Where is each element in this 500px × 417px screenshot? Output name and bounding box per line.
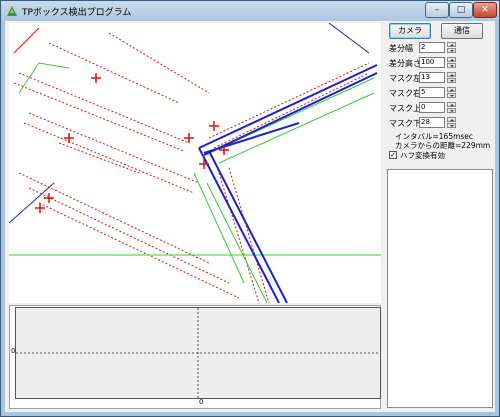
param-input[interactable]: 5 bbox=[419, 87, 445, 98]
param-label: マスク下 bbox=[389, 119, 421, 128]
down-arrow-icon[interactable] bbox=[447, 123, 456, 128]
spinner-arrows[interactable] bbox=[447, 42, 456, 53]
param-label: マスク左 bbox=[389, 74, 421, 83]
control-panel: カメラ 通信 差分幅 2 差分高さ 100 マスク左 13 マスク右 5 マスク… bbox=[385, 21, 495, 412]
param-label: マスク上 bbox=[389, 104, 421, 113]
param-label: 差分幅 bbox=[389, 44, 413, 53]
maximize-button[interactable]: □ bbox=[449, 2, 473, 18]
down-arrow-icon[interactable] bbox=[447, 63, 456, 68]
client-area: 0 0 カメラ 通信 差分幅 2 差分高さ 100 マスク左 13 マスク右 5… bbox=[5, 21, 495, 412]
up-arrow-icon[interactable] bbox=[447, 57, 456, 62]
up-arrow-icon[interactable] bbox=[447, 102, 456, 107]
log-listbox[interactable] bbox=[387, 169, 493, 408]
spinner-arrows[interactable] bbox=[447, 102, 456, 113]
param-label: 差分高さ bbox=[389, 59, 421, 68]
down-arrow-icon[interactable] bbox=[447, 78, 456, 83]
hough-checkbox[interactable]: ✓ bbox=[389, 151, 397, 159]
graph-x-tick: 0 bbox=[199, 398, 204, 406]
app-icon bbox=[7, 6, 17, 16]
param-label: マスク右 bbox=[389, 89, 421, 98]
graph-area: 0 0 bbox=[9, 305, 381, 409]
param-input[interactable]: 0 bbox=[419, 102, 445, 113]
comm-button[interactable]: 通信 bbox=[441, 23, 483, 39]
down-arrow-icon[interactable] bbox=[447, 93, 456, 98]
hough-label: ハフ変換有効 bbox=[400, 151, 445, 160]
up-arrow-icon[interactable] bbox=[447, 87, 456, 92]
param-input[interactable]: 13 bbox=[419, 72, 445, 83]
up-arrow-icon[interactable] bbox=[447, 72, 456, 77]
app-window: TPボックス検出プログラム – □ ✕ 0 0 カメラ 通信 差分幅 2 差分高… bbox=[0, 0, 500, 417]
window-title: TPボックス検出プログラム bbox=[22, 8, 132, 18]
camera-view[interactable] bbox=[9, 23, 381, 303]
param-input[interactable]: 28 bbox=[419, 117, 445, 128]
minimize-button[interactable]: – bbox=[425, 2, 449, 18]
edge-image bbox=[9, 23, 381, 303]
down-arrow-icon[interactable] bbox=[447, 48, 456, 53]
camera-button[interactable]: カメラ bbox=[389, 23, 431, 39]
up-arrow-icon[interactable] bbox=[447, 117, 456, 122]
title-bar[interactable]: TPボックス検出プログラム – □ ✕ bbox=[1, 1, 499, 21]
param-input[interactable]: 100 bbox=[419, 57, 445, 68]
spinner-arrows[interactable] bbox=[447, 87, 456, 98]
down-arrow-icon[interactable] bbox=[447, 108, 456, 113]
graph-plot bbox=[15, 307, 381, 399]
up-arrow-icon[interactable] bbox=[447, 42, 456, 47]
spinner-arrows[interactable] bbox=[447, 72, 456, 83]
spinner-arrows[interactable] bbox=[447, 57, 456, 68]
spinner-arrows[interactable] bbox=[447, 117, 456, 128]
param-input[interactable]: 2 bbox=[419, 42, 445, 53]
close-button[interactable]: ✕ bbox=[473, 2, 497, 18]
